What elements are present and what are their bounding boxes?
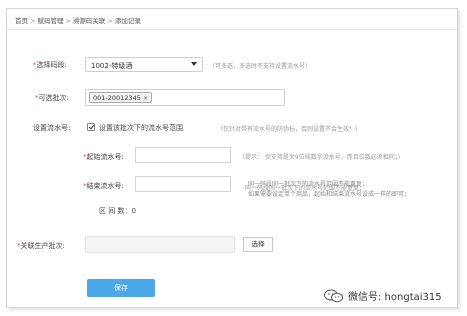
serial-range-checkbox[interactable] bbox=[87, 123, 95, 131]
page-frame: 首页 > 赋码管理 > 溯源码关联 > 添加记录 *选择码段: 1002-特级酒 （可多选，… bbox=[0, 0, 467, 316]
interval-label-text: 区 间 数： bbox=[99, 207, 132, 215]
segment-select[interactable]: 1002-特级酒 bbox=[85, 57, 203, 72]
breadcrumb-current: 添加记录 bbox=[114, 17, 141, 25]
breadcrumb-divider bbox=[7, 29, 457, 30]
select-batch-button[interactable]: 选择 bbox=[243, 237, 273, 252]
segment-select-value: 1002-特级酒 bbox=[91, 62, 133, 70]
batch-multiselect[interactable]: 001-20012345 × bbox=[85, 89, 285, 106]
end-serial-label-text: 结束流水号: bbox=[86, 182, 124, 190]
breadcrumb-separator: > bbox=[30, 17, 36, 25]
breadcrumb-separator: > bbox=[107, 17, 113, 25]
form-panel: 首页 > 赋码管理 > 溯源码关联 > 添加记录 *选择码段: 1002-特级酒 （可多选，… bbox=[6, 8, 458, 308]
breadcrumb: 首页 > 赋码管理 > 溯源码关联 > 添加记录 bbox=[15, 15, 141, 25]
end-serial-hint-2: 如果需要设定单个商品，起始和结束流水号设成一样的即可； bbox=[248, 191, 411, 198]
segment-label-text: 选择码段: bbox=[36, 61, 67, 69]
breadcrumb-home[interactable]: 首页 bbox=[15, 17, 28, 25]
serial-setting-hint: （仅针对带有流水号的防伪标，否则设置不会生效！） bbox=[217, 126, 362, 133]
serial-range-checkbox-label: 设置该批次下的流水号范围 bbox=[99, 124, 183, 132]
chevron-down-icon bbox=[191, 62, 197, 66]
production-batch-label-text: 关联生产批次: bbox=[20, 242, 65, 250]
wechat-watermark: 微信号: hongtai315 bbox=[324, 288, 442, 303]
wechat-icon bbox=[324, 289, 344, 303]
batch-tag-label: 001-20012345 bbox=[93, 94, 141, 102]
start-serial-input[interactable] bbox=[135, 147, 231, 163]
end-serial-label: *结束流水号: bbox=[83, 181, 124, 191]
start-serial-hint: （提示： 仅支持是大9位纯数字流水号，而且位数必须相同；） bbox=[239, 154, 404, 161]
serial-setting-label: 设置流水号: bbox=[33, 124, 71, 132]
batch-label-text: 可选批次: bbox=[38, 94, 69, 102]
breadcrumb-code-management[interactable]: 赋码管理 bbox=[37, 17, 63, 25]
breadcrumb-trace-link[interactable]: 溯源码关联 bbox=[73, 17, 106, 25]
close-icon[interactable]: × bbox=[143, 94, 148, 102]
start-serial-label: *起始流水号: bbox=[83, 152, 124, 162]
start-serial-label-text: 起始流水号: bbox=[86, 153, 124, 161]
batch-label: *可选批次: bbox=[35, 93, 69, 103]
save-button[interactable]: 保存 bbox=[87, 279, 155, 297]
segment-label: *选择码段: bbox=[33, 60, 67, 70]
interval-label: 区 间 数：0 bbox=[99, 206, 136, 216]
interval-value: 0 bbox=[131, 207, 136, 215]
segment-hint: （可多选，多选时不支持设置流水号） bbox=[209, 63, 312, 70]
breadcrumb-separator: > bbox=[65, 17, 71, 25]
end-serial-input[interactable] bbox=[135, 176, 231, 192]
production-batch-label: *关联生产批次: bbox=[17, 241, 65, 251]
production-batch-input[interactable] bbox=[85, 236, 235, 253]
batch-tag: 001-20012345 × bbox=[89, 92, 153, 103]
watermark-text: 微信号: hongtai315 bbox=[348, 292, 442, 303]
